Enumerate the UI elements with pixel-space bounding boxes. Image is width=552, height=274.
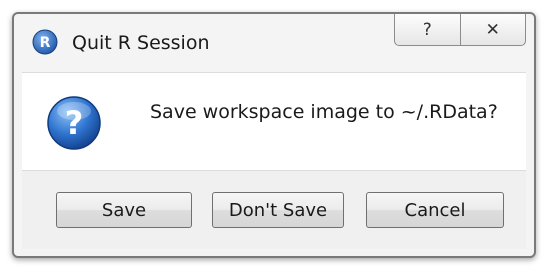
dont-save-button[interactable]: Don't Save	[212, 192, 344, 228]
r-logo-letter: R	[40, 35, 51, 51]
question-icon: ?	[47, 96, 101, 150]
caption-buttons: ? ✕	[394, 14, 526, 46]
close-button[interactable]: ✕	[459, 14, 526, 45]
save-button[interactable]: Save	[56, 192, 192, 228]
close-icon: ✕	[485, 19, 500, 40]
help-button[interactable]: ?	[395, 14, 460, 45]
question-glyph: ?	[65, 104, 84, 142]
button-bar: Save Don't Save Cancel	[22, 170, 526, 249]
quit-r-session-dialog: R Quit R Session ? ✕ ? Save workspace im…	[12, 12, 536, 258]
message-area: ? Save workspace image to ~/.RData?	[22, 72, 526, 171]
cancel-button[interactable]: Cancel	[366, 192, 504, 228]
r-logo-icon: R	[32, 29, 58, 55]
help-icon: ?	[422, 19, 432, 40]
window-title: Quit R Session	[72, 32, 210, 54]
title-bar[interactable]: R Quit R Session ? ✕	[14, 14, 534, 70]
dialog-message: Save workspace image to ~/.RData?	[150, 101, 498, 123]
